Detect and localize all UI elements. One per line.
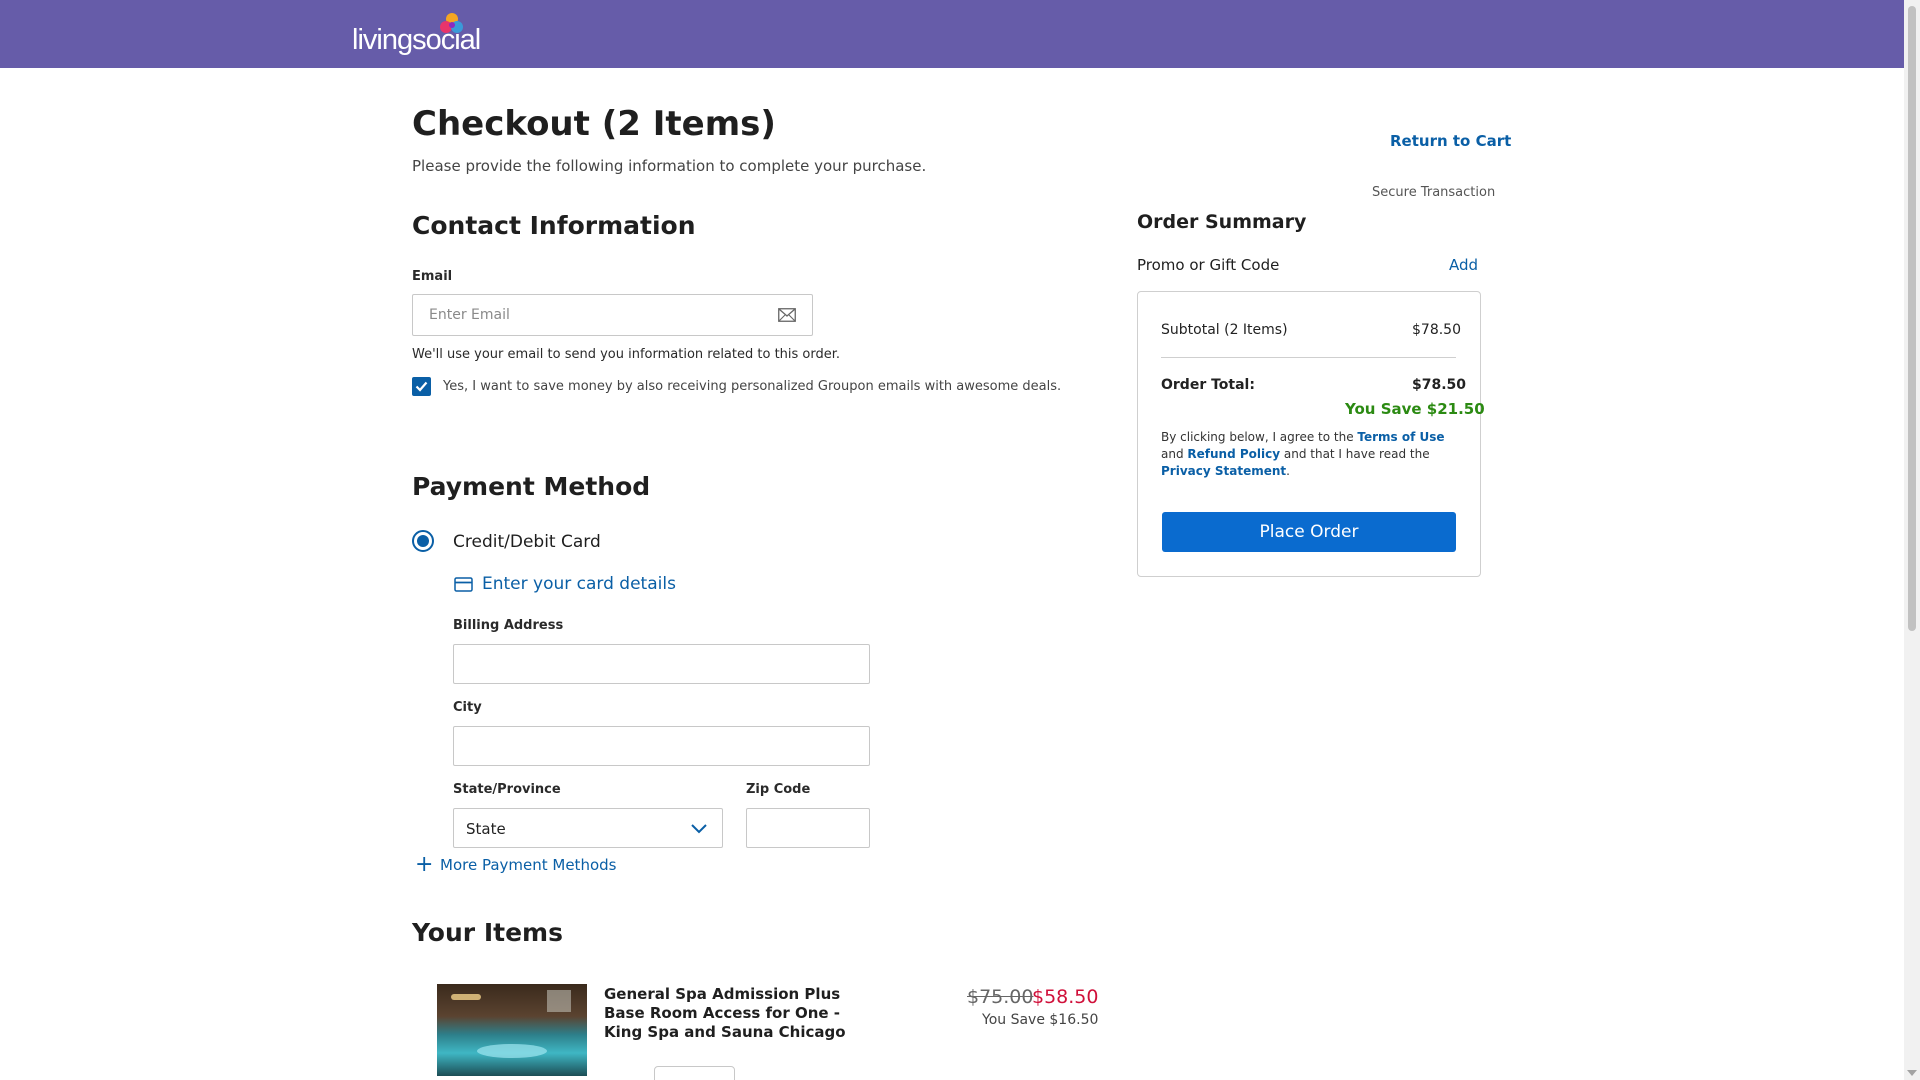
city-input[interactable] (453, 726, 870, 766)
email-opt-in-label[interactable]: Yes, I want to save money by also receiv… (443, 379, 1061, 394)
zip-code-label: Zip Code (746, 782, 811, 797)
email-opt-in-checkbox[interactable] (412, 377, 431, 396)
legal-text-1: By clicking below, I agree to the (1161, 430, 1358, 444)
page-title: Checkout (2 Items) (412, 104, 776, 144)
livingsocial-logo[interactable]: livingsocial (352, 12, 481, 58)
subtotal-value: $78.50 (1412, 322, 1461, 338)
state-label: State/Province (453, 782, 561, 797)
checkmark-icon (415, 381, 428, 392)
return-to-cart-link[interactable]: Return to Cart (1390, 132, 1511, 150)
subtotal-label: Subtotal (2 Items) (1161, 322, 1288, 338)
more-payment-methods-link[interactable]: More Payment Methods (440, 856, 616, 874)
scrollbar-thumb[interactable] (1908, 6, 1916, 631)
enter-card-details-link[interactable]: Enter your card details (482, 574, 676, 594)
item-original-price: $75.00 (967, 986, 1034, 1008)
billing-address-label: Billing Address (453, 618, 564, 633)
payment-section-title: Payment Method (412, 472, 651, 501)
place-order-button[interactable]: Place Order (1162, 512, 1456, 552)
order-total-label: Order Total: (1161, 377, 1255, 393)
state-select[interactable]: State (453, 808, 723, 848)
quantity-selector[interactable] (654, 1066, 735, 1080)
items-section-title: Your Items (412, 918, 563, 947)
credit-card-icon (454, 577, 473, 592)
credit-card-option-label[interactable]: Credit/Debit Card (453, 532, 601, 552)
scroll-down-arrow-icon[interactable] (1907, 1070, 1917, 1076)
legal-agreement-text: By clicking below, I agree to the Terms … (1161, 429, 1451, 480)
envelope-icon (778, 308, 796, 322)
item-title[interactable]: General Spa Admission Plus Base Room Acc… (604, 985, 874, 1042)
plus-icon[interactable]: + (415, 854, 433, 876)
refund-policy-link[interactable]: Refund Policy (1187, 447, 1280, 461)
email-field-wrapper (412, 294, 813, 336)
total-savings: You Save $21.50 (1345, 400, 1485, 418)
promo-code-label: Promo or Gift Code (1137, 256, 1280, 274)
logo-dots-icon (440, 13, 463, 33)
state-select-value: State (466, 820, 506, 838)
credit-card-radio[interactable] (412, 530, 434, 552)
chevron-down-icon (691, 824, 707, 834)
zip-code-input[interactable] (746, 808, 870, 848)
email-hint: We'll use your email to send you informa… (412, 347, 841, 362)
email-label: Email (412, 269, 453, 284)
contact-section-title: Contact Information (412, 211, 696, 240)
privacy-statement-link[interactable]: Privacy Statement (1161, 464, 1286, 478)
page-scrollbar[interactable] (1904, 0, 1920, 1080)
email-input[interactable] (429, 295, 769, 335)
terms-of-use-link[interactable]: Terms of Use (1357, 430, 1444, 444)
spa-item-image[interactable] (437, 984, 587, 1076)
item-savings: You Save $16.50 (982, 1012, 1099, 1028)
add-promo-code-link[interactable]: Add (1449, 256, 1478, 274)
order-summary-title: Order Summary (1137, 211, 1307, 233)
summary-divider (1161, 357, 1456, 358)
legal-text-4: . (1286, 464, 1290, 478)
page-subtitle: Please provide the following information… (412, 157, 927, 175)
order-total-value: $78.50 (1412, 377, 1467, 393)
item-sale-price: $58.50 (1032, 986, 1099, 1008)
legal-text-3: and that I have read the (1280, 447, 1430, 461)
city-label: City (453, 700, 482, 715)
top-header: livingsocial (0, 0, 1904, 68)
legal-text-2: and (1161, 447, 1188, 461)
secure-transaction-label: Secure Transaction (1372, 185, 1496, 200)
billing-address-input[interactable] (453, 644, 870, 684)
